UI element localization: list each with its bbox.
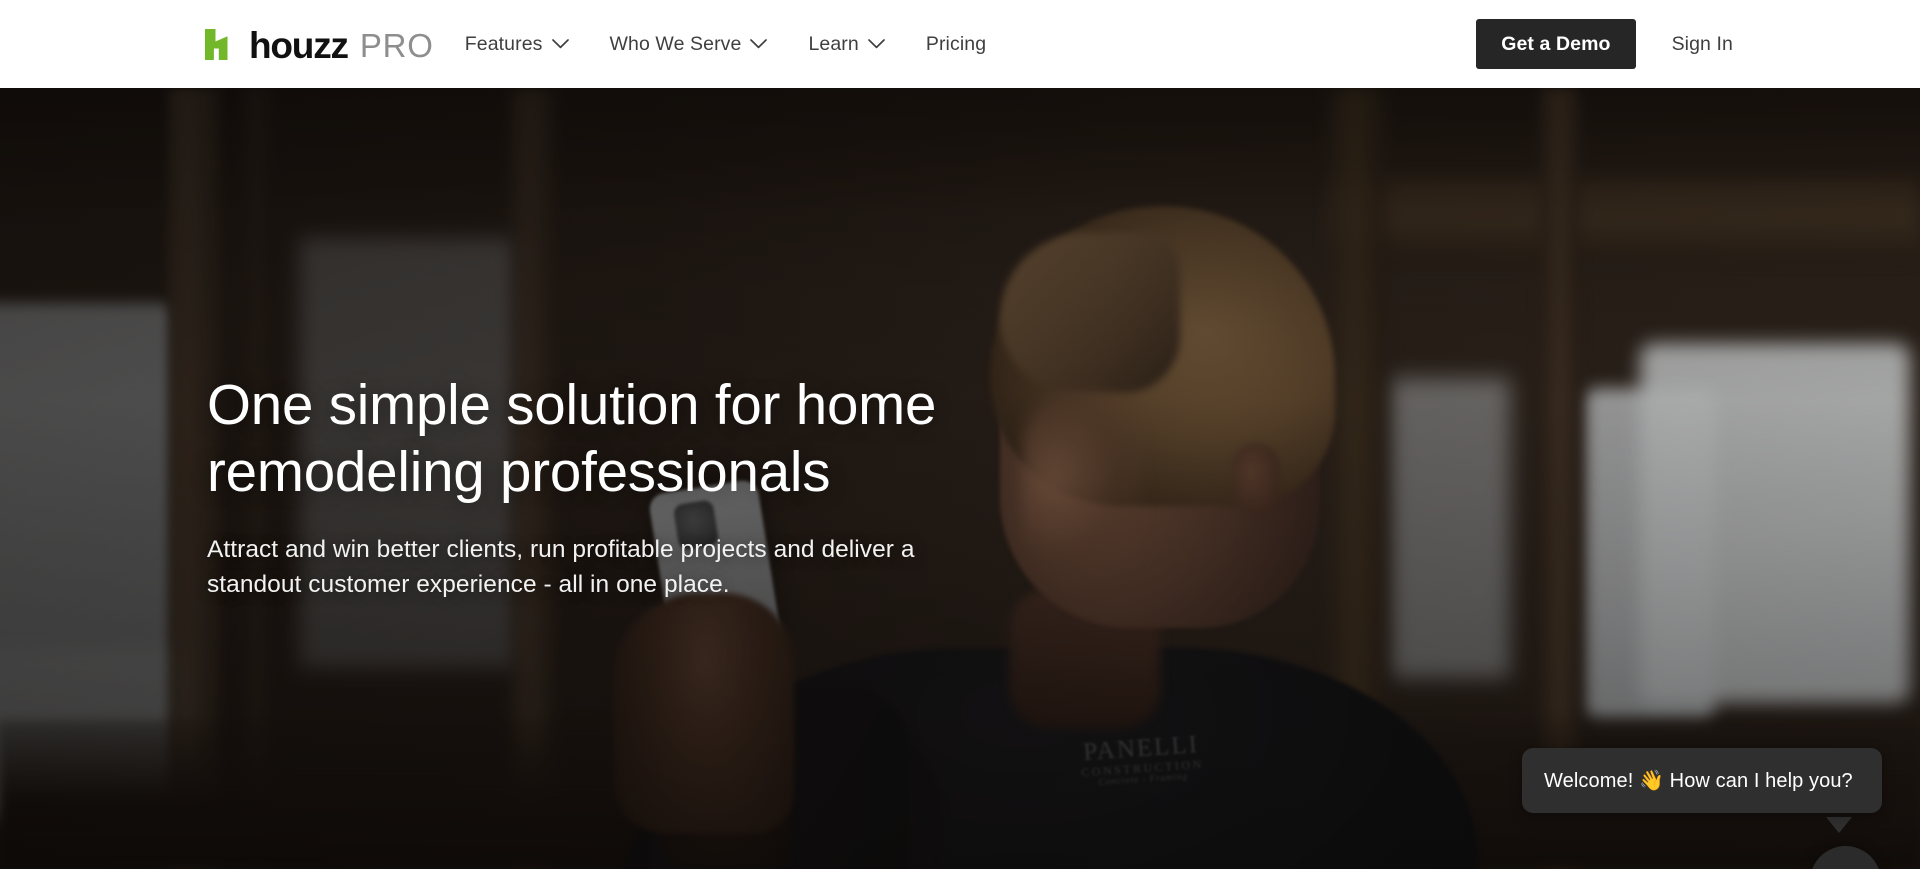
hero-section: PANELLI CONSTRUCTION Concrete - Framing … [0,88,1920,869]
header-actions: Get a Demo Sign In [1476,19,1733,69]
nav-item-who-we-serve[interactable]: Who We Serve [610,33,768,56]
nav-item-learn[interactable]: Learn [808,32,885,56]
get-a-demo-button[interactable]: Get a Demo [1476,19,1636,69]
nav-item-label: Features [464,32,543,55]
chevron-down-icon [750,39,768,49]
logo-pro-suffix: PRO [359,26,434,64]
chat-bubble-tail [1826,817,1852,833]
main-navigation: Features Who We Serve Learn Pricing [465,0,986,88]
nav-item-features[interactable]: Features [465,33,569,56]
hero-headline: One simple solution for home remodeling … [207,373,937,504]
site-header: houzz PRO Features Who We Serve Learn Pr… [0,0,1920,88]
nav-item-label: Learn [808,32,859,55]
hero-subheadline: Attract and win better clients, run prof… [207,536,915,599]
hero-content: One simple solution for home remodeling … [207,371,967,603]
houzz-pro-logo[interactable]: houzz PRO [205,22,434,66]
nav-item-pricing[interactable]: Pricing [926,33,986,56]
chat-greeting-bubble[interactable]: Welcome! 👋 How can I help you? [1522,748,1882,813]
houzz-house-h-icon [205,28,238,60]
nav-item-label: Pricing [925,32,987,55]
sign-in-link[interactable]: Sign In [1672,33,1733,56]
nav-item-label: Who We Serve [609,32,742,55]
chevron-down-icon [551,39,569,49]
chevron-down-icon [867,39,885,49]
logo-wordmark: houzz [249,24,349,66]
